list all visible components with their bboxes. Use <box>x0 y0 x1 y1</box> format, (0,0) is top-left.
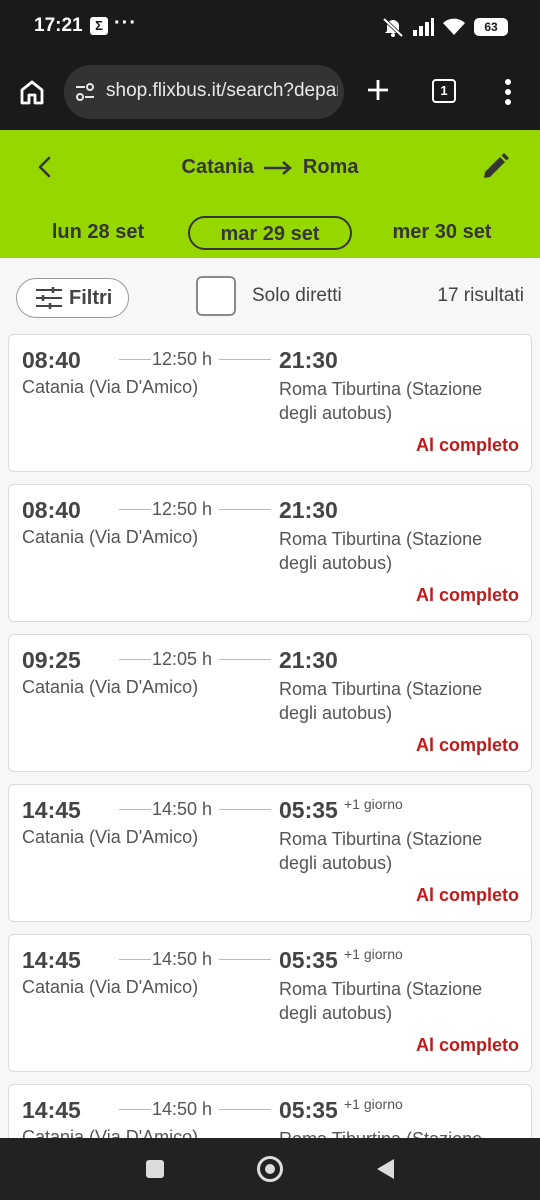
trip-card[interactable]: 14:45 14:50 h 05:35 +1 giorno Catania (Via D… <box>8 784 532 922</box>
address-bar[interactable]: shop.flixbus.it/search?departure <box>64 65 344 119</box>
trip-departure-time: 14:45 <box>22 1097 81 1123</box>
trip-departure-time: 09:25 <box>22 647 81 673</box>
trip-arrival-time: 21:30 <box>279 497 338 523</box>
trip-departure-station: Catania (Via D'Amico) <box>22 677 199 697</box>
trip-departure-station: Catania (Via D'Amico) <box>22 1127 199 1138</box>
new-tab-icon[interactable] <box>366 78 390 102</box>
battery-icon: 63 <box>474 18 508 36</box>
trip-departure-time: 08:40 <box>22 497 81 523</box>
results-count: 17 risultati <box>437 285 524 306</box>
trip-line-divider <box>219 1109 271 1110</box>
browser-toolbar: shop.flixbus.it/search?departure 1 <box>0 56 540 130</box>
sliders-icon <box>36 287 62 309</box>
trip-arrival-time: 21:30 <box>279 647 338 673</box>
trip-card[interactable]: 08:40 12:50 h 21:30 Catania (Via D'Amico) Ro… <box>8 334 532 472</box>
trip-next-day-note: +1 giorno <box>344 1096 403 1112</box>
trip-line-divider <box>219 809 271 810</box>
trip-duration: 14:50 h <box>151 1099 213 1119</box>
trip-duration: 14:50 h <box>151 799 213 819</box>
trip-card[interactable]: 08:40 12:50 h 21:30 Catania (Via D'Amico) Ro… <box>8 484 532 622</box>
filter-button[interactable]: Filtri <box>16 278 129 318</box>
trip-arrival-station: Roma Tiburtina (Stazione <box>279 1127 519 1138</box>
trip-card[interactable]: 14:45 14:50 h 05:35 +1 giorno Catania (Via D… <box>8 934 532 1072</box>
status-time: 17:21 <box>34 15 83 36</box>
trip-next-day-note: +1 giorno <box>344 946 403 962</box>
route-origin: Catania <box>181 156 254 178</box>
trip-arrival-station: Roma Tiburtina (Stazione degli autobus) <box>279 679 483 723</box>
filter-label: Filtri <box>69 287 113 309</box>
url-text: shop.flixbus.it/search?departure <box>106 80 338 101</box>
route-arrow-icon <box>264 160 293 175</box>
signal-icon <box>413 18 434 36</box>
trip-arrival-station: Roma Tiburtina (Stazione degli autobus) <box>279 979 483 1023</box>
trip-status-badge: Al completo <box>415 735 519 755</box>
trip-next-day-note: +1 giorno <box>344 796 403 812</box>
trip-card[interactable]: 09:25 12:05 h 21:30 Catania (Via D'Amico) Ro… <box>8 634 532 772</box>
home-circle-icon[interactable] <box>257 1156 283 1182</box>
trip-status-badge: Al completo <box>415 585 519 605</box>
trip-line-divider <box>219 959 271 960</box>
more-notifications-icon: ··· <box>114 12 137 34</box>
date-tab-next[interactable]: mer 30 set <box>380 216 504 250</box>
more-options-icon[interactable] <box>496 78 520 106</box>
mute-icon <box>382 17 404 37</box>
trip-arrival-time: 05:35 <box>279 1097 338 1123</box>
trip-arrival-time: 05:35 <box>279 797 338 823</box>
trip-duration: 12:50 h <box>151 499 213 519</box>
trip-departure-time: 14:45 <box>22 797 81 823</box>
direct-only-label: Solo diretti <box>252 285 342 306</box>
direct-only-checkbox[interactable] <box>196 276 236 316</box>
trip-line-divider <box>219 359 271 360</box>
system-nav-bar <box>0 1138 540 1200</box>
trip-line-divider <box>219 659 271 660</box>
edit-pencil-icon[interactable] <box>480 152 510 182</box>
trip-arrival-time: 21:30 <box>279 347 338 373</box>
sigma-notification-icon: Σ <box>90 17 108 35</box>
wifi-icon <box>443 18 465 35</box>
trip-arrival-time: 05:35 <box>279 947 338 973</box>
trip-status-badge: Al completo <box>415 435 519 455</box>
trip-departure-station: Catania (Via D'Amico) <box>22 977 199 997</box>
date-tab-selected[interactable]: mar 29 set <box>188 216 352 250</box>
recents-icon[interactable] <box>146 1160 164 1178</box>
date-tab-prev[interactable]: lun 28 set <box>36 216 160 250</box>
trip-departure-time: 14:45 <box>22 947 81 973</box>
tab-switcher-button[interactable]: 1 <box>432 79 456 103</box>
route-destination: Roma <box>302 156 359 178</box>
trip-card[interactable]: 14:45 14:50 h 05:35 +1 giorno Catania (Via D… <box>8 1084 532 1138</box>
trip-status-badge: Al completo <box>415 885 519 905</box>
results-area: Filtri Solo diretti 17 risultati 08:40 12… <box>0 258 540 1138</box>
trip-line-divider <box>219 509 271 510</box>
back-triangle-icon[interactable] <box>374 1158 396 1180</box>
trip-departure-station: Catania (Via D'Amico) <box>22 377 199 397</box>
trip-departure-time: 08:40 <box>22 347 81 373</box>
route-title: Catania Roma <box>0 156 540 179</box>
trip-arrival-station: Roma Tiburtina (Stazione degli autobus) <box>279 829 483 873</box>
trip-departure-station: Catania (Via D'Amico) <box>22 527 199 547</box>
trip-duration: 12:05 h <box>151 649 213 669</box>
trip-status-badge: Al completo <box>415 1035 519 1055</box>
home-icon[interactable] <box>18 78 46 106</box>
trip-arrival-station: Roma Tiburtina (Stazione degli autobus) <box>279 529 483 573</box>
site-settings-icon[interactable] <box>74 81 96 103</box>
status-bar: 17:21 Σ ··· 63 <box>0 0 540 56</box>
trip-arrival-station: Roma Tiburtina (Stazione degli autobus) <box>279 379 483 423</box>
status-icons: 63 <box>382 16 508 38</box>
trip-departure-station: Catania (Via D'Amico) <box>22 827 199 847</box>
trip-duration: 12:50 h <box>151 349 213 369</box>
trip-duration: 14:50 h <box>151 949 213 969</box>
search-header: Catania Roma lun 28 set mar 29 set mer 3… <box>0 130 540 258</box>
